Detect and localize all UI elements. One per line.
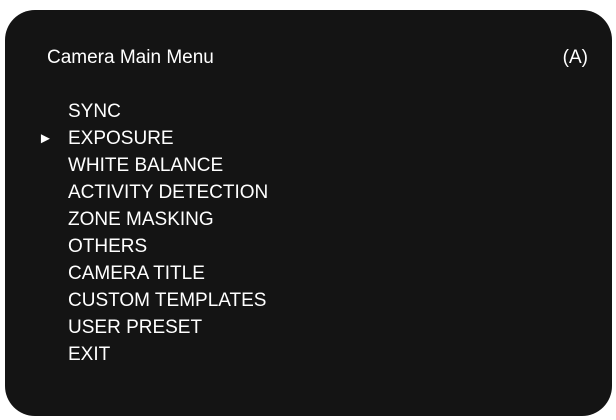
menu-item-label: EXIT xyxy=(68,344,111,365)
menu-item-label: OTHERS xyxy=(68,236,148,257)
mode-indicator: (A) xyxy=(562,47,588,68)
menu-item-zone-masking[interactable]: ZONE MASKING xyxy=(5,206,268,233)
menu-item-label: SYNC xyxy=(68,101,121,122)
menu-item-sync[interactable]: SYNC xyxy=(5,98,268,125)
menu-item-exit[interactable]: EXIT xyxy=(5,341,268,368)
menu-item-label: CAMERA TITLE xyxy=(68,263,205,284)
menu-item-label: CUSTOM TEMPLATES xyxy=(68,290,267,311)
menu-item-label: WHITE BALANCE xyxy=(68,155,224,176)
menu-item-white-balance[interactable]: WHITE BALANCE xyxy=(5,152,268,179)
menu-item-label: USER PRESET xyxy=(68,317,203,338)
menu-item-custom-templates[interactable]: CUSTOM TEMPLATES xyxy=(5,287,268,314)
selection-cursor-icon: ► xyxy=(38,130,53,147)
menu-item-user-preset[interactable]: USER PRESET xyxy=(5,314,268,341)
osd-screen: Camera Main Menu (A) SYNC ► EXPOSURE WHIT… xyxy=(5,10,612,416)
menu-item-camera-title[interactable]: CAMERA TITLE xyxy=(5,260,268,287)
menu-item-label: EXPOSURE xyxy=(68,128,174,149)
menu-item-exposure[interactable]: ► EXPOSURE xyxy=(5,125,268,152)
menu-item-label: ZONE MASKING xyxy=(68,209,214,230)
menu-title: Camera Main Menu xyxy=(47,47,214,68)
menu-item-others[interactable]: OTHERS xyxy=(5,233,268,260)
menu-item-label: ACTIVITY DETECTION xyxy=(68,182,269,203)
menu-item-activity-detection[interactable]: ACTIVITY DETECTION xyxy=(5,179,268,206)
main-menu: SYNC ► EXPOSURE WHITE BALANCE ACTIVITY DE… xyxy=(5,98,268,368)
